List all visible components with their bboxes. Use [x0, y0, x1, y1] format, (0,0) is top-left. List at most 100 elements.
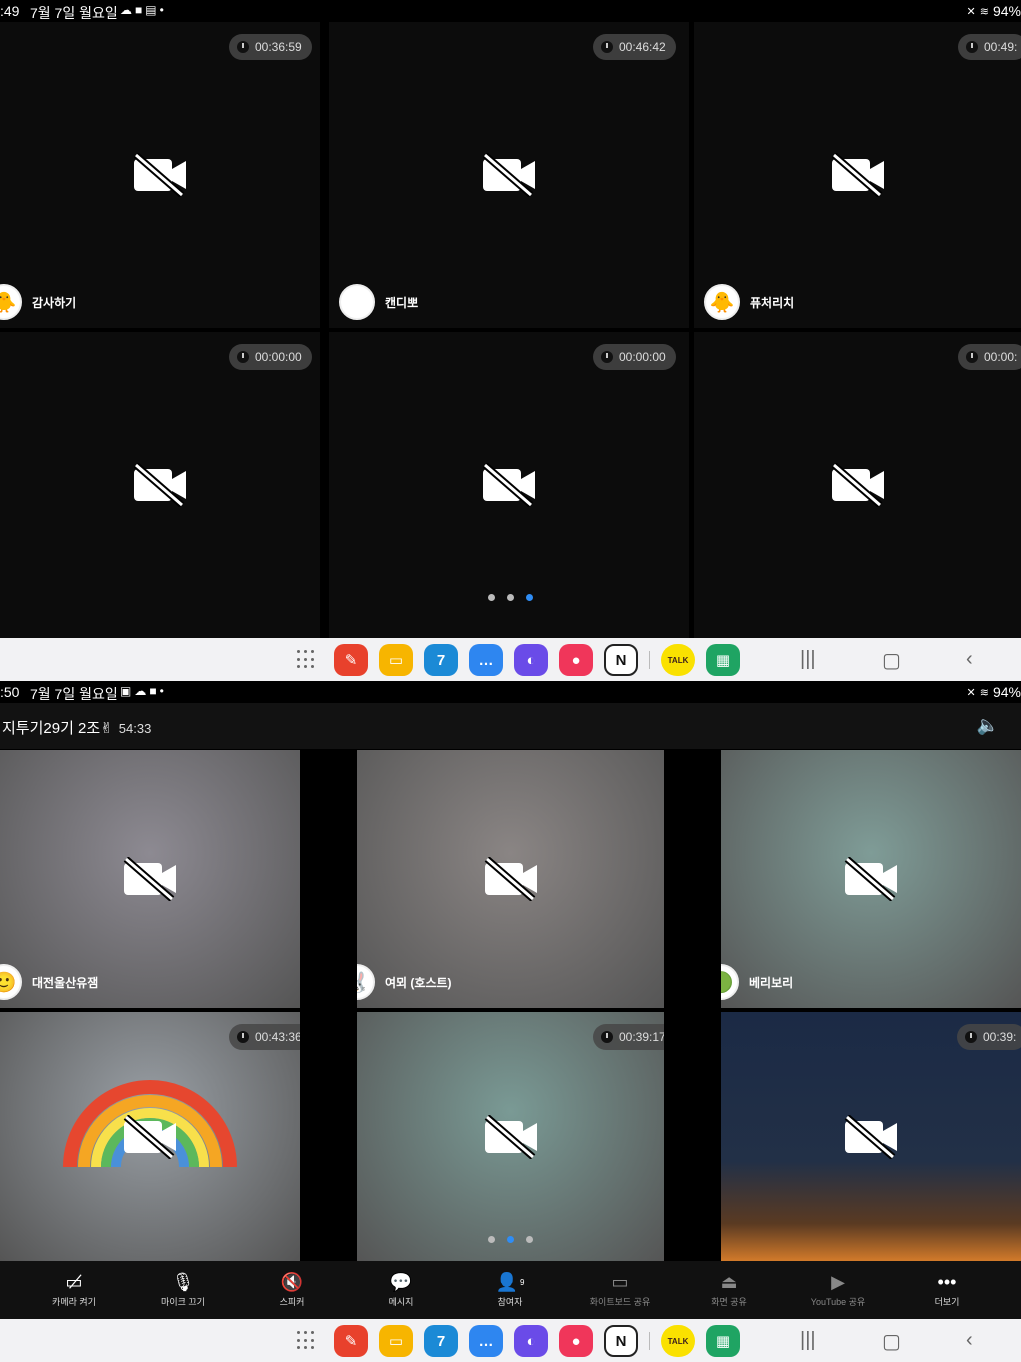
app-drawer-icon[interactable]: [297, 650, 317, 670]
messages-icon[interactable]: …: [469, 1325, 503, 1357]
participant-tile[interactable]: 🐰 여뫼 (호스트): [357, 750, 664, 1008]
back-icon[interactable]: ‹: [966, 1329, 973, 1352]
participants-button[interactable]: 👤 9 참여자: [460, 1269, 560, 1308]
notion-icon[interactable]: N: [604, 644, 638, 676]
more-icon: •••: [937, 1271, 957, 1292]
youtube-button[interactable]: ▶ YouTube 공유: [788, 1269, 888, 1308]
more-dot-icon: •: [159, 684, 164, 698]
control-label: 화이트보드 공유: [589, 1297, 651, 1307]
participant-tile[interactable]: 00:39:17: [357, 1012, 664, 1261]
avatar: 🟢: [721, 964, 739, 1000]
avatar: 🐥: [0, 284, 22, 320]
participant-name-row: 🐰 여뫼 (호스트): [357, 964, 452, 1000]
timer-text: 00:43:36: [255, 1030, 300, 1044]
sheets-icon[interactable]: ▦: [706, 1325, 740, 1357]
page-dot[interactable]: [526, 594, 533, 601]
participant-count-badge: 9: [519, 1277, 525, 1287]
participant-name: 베리보리: [749, 975, 794, 990]
camera-off-button[interactable]: ▭̸ 카메라 켜기: [24, 1269, 124, 1308]
chat-icon: 💬: [389, 1271, 413, 1292]
app-drawer-icon[interactable]: [297, 1331, 317, 1351]
more-button[interactable]: ••• 더보기: [897, 1269, 997, 1308]
notion-icon[interactable]: N: [604, 1325, 638, 1357]
timer-pill: 00:00:: [958, 344, 1021, 370]
avatar: 🙂: [0, 964, 22, 1000]
samsung-notes-icon[interactable]: ✎: [334, 1325, 368, 1357]
back-icon[interactable]: ‹: [966, 648, 973, 671]
participant-tile[interactable]: 00:39:: [721, 1012, 1021, 1261]
page-dot[interactable]: [526, 1236, 533, 1243]
participant-tile[interactable]: 00:00:00: [329, 332, 689, 638]
video-icon: ■: [149, 684, 157, 698]
participant-name: 여뫼 (호스트): [385, 975, 452, 990]
samsung-notes-icon[interactable]: ✎: [334, 644, 368, 676]
participant-name-row: 🐥 감사하기: [0, 284, 76, 320]
home-icon[interactable]: ▢: [882, 1329, 901, 1354]
meeting-controls: ▭̸ 카메라 켜기 🎙 마이크 끄기 🔇 스피커 💬 메시지 👤 9 참여자 ▭ 화이트보드 공유 ⏏ 화면…: [0, 1261, 1021, 1319]
timer-pill: 00:39:17: [593, 1024, 664, 1050]
messages-icon[interactable]: …: [469, 644, 503, 676]
control-label: 스피커: [279, 1297, 305, 1307]
internet-icon[interactable]: ◐: [514, 644, 548, 676]
camera-off-icon: [484, 1114, 537, 1159]
dock-separator: [649, 651, 650, 669]
avatar: 🐥: [704, 284, 740, 320]
speaker-muted-icon: 🔇: [280, 1271, 304, 1292]
participant-tile[interactable]: 00:46:42 🐱 캔디뽀: [329, 22, 689, 328]
clock-icon: [601, 1031, 613, 1043]
recent-apps-icon[interactable]: |||: [800, 648, 816, 671]
cloud-icon: ☁: [134, 684, 147, 698]
my-files-icon[interactable]: ▭: [379, 644, 413, 676]
calendar-icon[interactable]: 7: [424, 644, 458, 676]
screen-recorder-icon[interactable]: ●: [559, 644, 593, 676]
timer-pill: 00:39:: [957, 1024, 1021, 1050]
home-icon[interactable]: ▢: [882, 648, 901, 673]
sheets-icon[interactable]: ▦: [706, 644, 740, 676]
participant-tile[interactable]: 00:43:36: [0, 1012, 300, 1261]
participant-tile[interactable]: 00:49: 🐥 퓨처리치: [694, 22, 1021, 328]
page-dot[interactable]: [507, 594, 514, 601]
app-dock: ✎ ▭ 7 … ◐ ● N TALK ▦: [297, 644, 740, 676]
dock-separator: [649, 1332, 650, 1350]
participant-tile[interactable]: 00:36:59 🐥 감사하기: [0, 22, 320, 328]
speaker-muted-button[interactable]: 🔇 스피커: [242, 1269, 342, 1308]
screen-share-button[interactable]: ⏏ 화면 공유: [679, 1269, 779, 1308]
participant-name: 캔디뽀: [385, 295, 419, 310]
wifi-icon: ≋: [979, 5, 989, 18]
participant-tile[interactable]: 00:00:: [694, 332, 1021, 638]
page-dot[interactable]: [488, 594, 495, 601]
microphone-button[interactable]: 🎙 마이크 끄기: [133, 1269, 233, 1308]
kakaotalk-icon[interactable]: TALK: [661, 1325, 695, 1357]
page-dot[interactable]: [488, 1236, 495, 1243]
participant-name: 대전울산유잼: [32, 975, 99, 990]
clock-icon: [966, 41, 978, 53]
status-bar-bottom: :50 7월 7일 월요일 ▣ ☁ ■ • ✕ ≋ 94%: [0, 681, 1021, 703]
participant-tile[interactable]: 00:00:00: [0, 332, 320, 638]
camera-off-icon: [133, 463, 186, 507]
camera-off-icon: [123, 1114, 176, 1159]
timer-text: 00:49:: [984, 40, 1018, 54]
camera-off-icon: [831, 463, 884, 507]
microphone-icon: 🎙: [171, 1271, 195, 1292]
internet-icon[interactable]: ◐: [514, 1325, 548, 1357]
control-label: 더보기: [934, 1297, 960, 1307]
control-label: YouTube 공유: [810, 1297, 866, 1307]
participant-tile[interactable]: 🟢 베리보리: [721, 750, 1021, 1008]
screen-recorder-icon[interactable]: ●: [559, 1325, 593, 1357]
timer-text: 00:00:00: [255, 350, 302, 364]
timer-pill: 00:49:: [958, 34, 1021, 60]
my-files-icon[interactable]: ▭: [379, 1325, 413, 1357]
camera-off-icon: ▭̸: [65, 1271, 83, 1292]
participant-name-row: 🟢 베리보리: [721, 964, 793, 1000]
recent-apps-icon[interactable]: |||: [800, 1329, 816, 1352]
calendar-icon[interactable]: 7: [424, 1325, 458, 1357]
speaker-toggle-icon[interactable]: 🔈: [977, 715, 999, 736]
taskbar-bottom: ✎ ▭ 7 … ◐ ● N TALK ▦ ||| ▢ ‹: [0, 1319, 1021, 1362]
page-indicator-top: [488, 594, 533, 601]
kakaotalk-icon[interactable]: TALK: [661, 644, 695, 676]
camera-off-icon: [831, 153, 884, 197]
whiteboard-button[interactable]: ▭ 화이트보드 공유: [570, 1269, 670, 1308]
participant-tile[interactable]: 🙂 대전울산유잼: [0, 750, 300, 1008]
page-dot[interactable]: [507, 1236, 514, 1243]
chat-button[interactable]: 💬 메시지: [351, 1269, 451, 1308]
